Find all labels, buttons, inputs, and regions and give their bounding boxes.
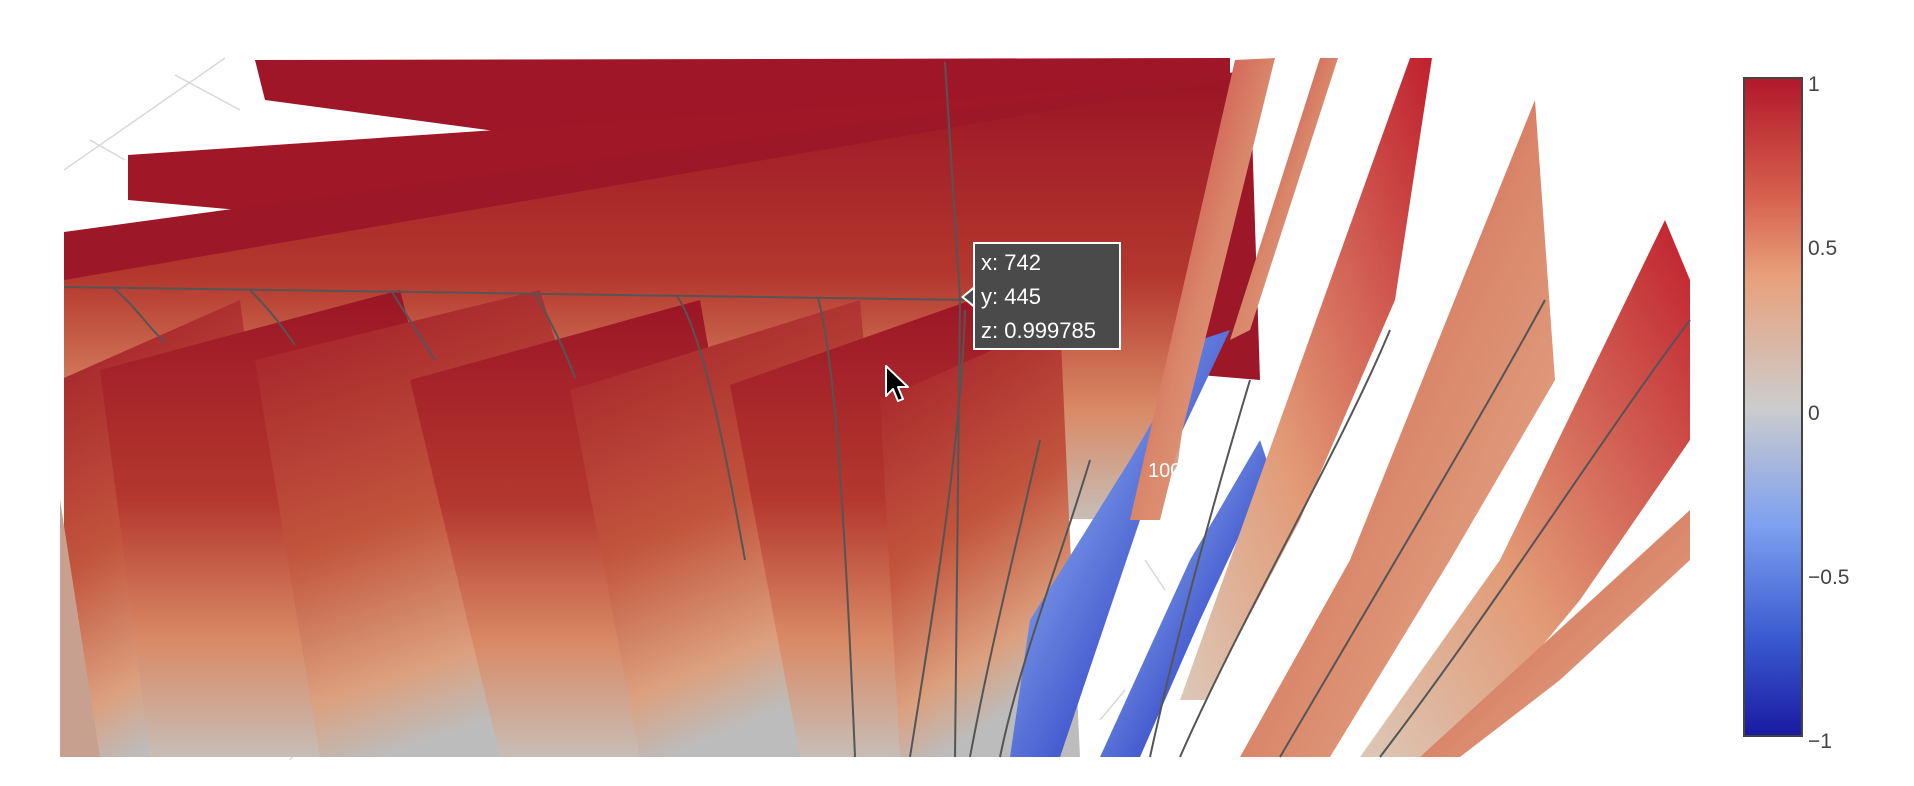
- y-axis-tick-100: 100: [1148, 460, 1181, 482]
- colorbar-tick-neg-1: −1: [1808, 730, 1832, 753]
- mouse-pointer-icon: [885, 365, 909, 402]
- hover-y-value: y: 445: [981, 284, 1041, 309]
- surface-plot-3d[interactable]: 100 200 1 0.5 0 −0.5 −1: [0, 0, 1914, 786]
- colorbar-gradient: [1743, 77, 1803, 737]
- y-axis-tick-200: 200: [1160, 509, 1193, 531]
- plot-container[interactable]: 100 200 1 0.5 0 −0.5 −1 x: 742 y: 445 z:…: [0, 0, 1914, 786]
- hover-x-value: x: 742: [981, 250, 1041, 275]
- colorbar[interactable]: 1 0.5 0 −0.5 −1: [1743, 73, 1849, 753]
- colorbar-tick-1: 1: [1808, 73, 1820, 96]
- colorbar-tick-0: 0: [1808, 402, 1820, 425]
- colorbar-tick-neg-0.5: −0.5: [1808, 566, 1849, 589]
- surface-right-fins: [1130, 58, 1690, 757]
- hover-z-value: z: 0.999785: [981, 318, 1096, 343]
- hover-tooltip: x: 742 y: 445 z: 0.999785: [973, 242, 1121, 350]
- colorbar-tick-0.5: 0.5: [1808, 237, 1837, 260]
